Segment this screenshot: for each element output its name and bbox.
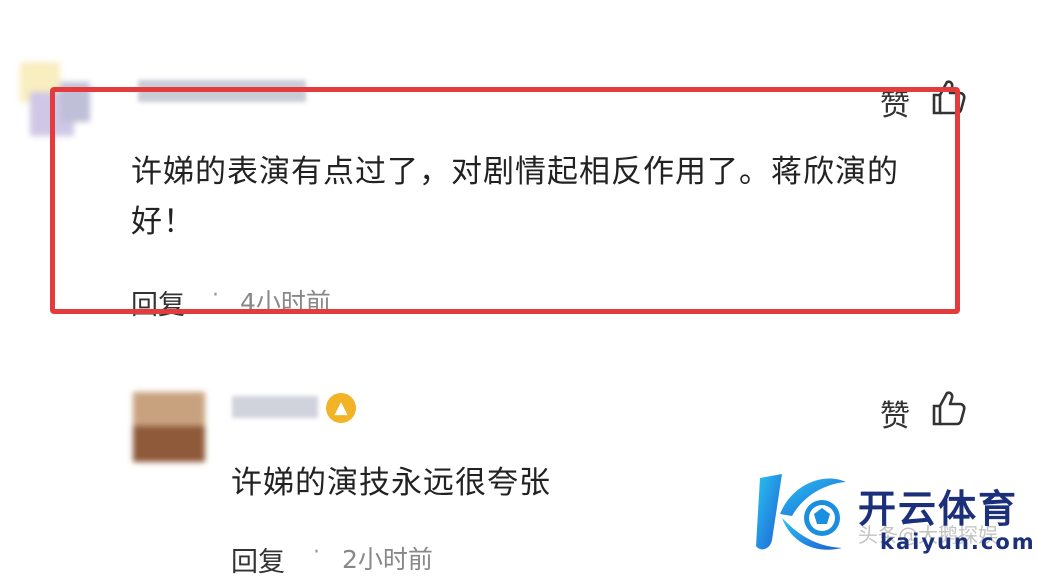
kaiyun-logo-icon: [756, 474, 846, 550]
reply-button[interactable]: 回复: [231, 540, 285, 579]
separator-dot: ·: [313, 540, 320, 565]
avatar[interactable]: [133, 392, 205, 462]
brand-domain: kaiyun.com: [880, 530, 1036, 554]
comment-timestamp: 2小时前: [342, 545, 433, 574]
comment-text: 许娣的演技永远很夸张: [231, 465, 551, 501]
highlight-box: [50, 87, 960, 314]
username-blurred[interactable]: [232, 396, 318, 418]
thumbs-up-icon[interactable]: [928, 389, 968, 429]
brand-name-cn: 开云体育: [858, 487, 1019, 531]
level-badge-icon: ▲: [326, 393, 356, 423]
like-label[interactable]: 赞: [880, 391, 910, 435]
